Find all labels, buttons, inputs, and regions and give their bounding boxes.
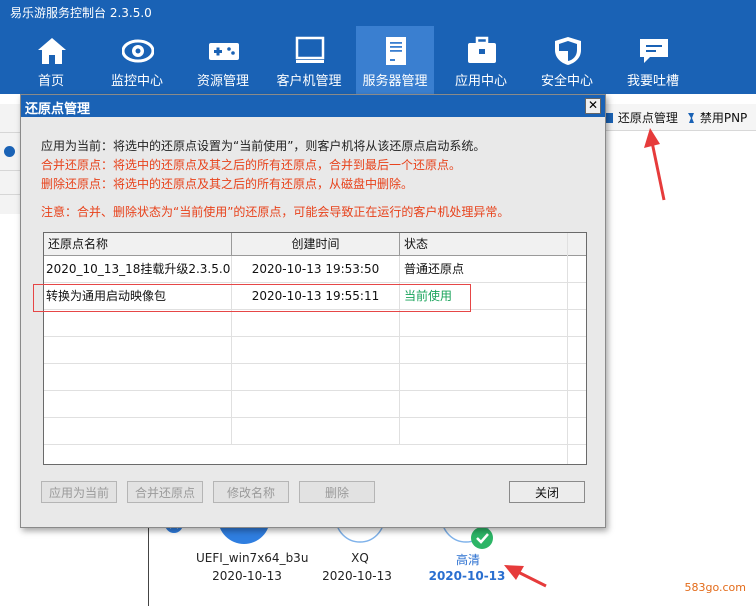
node-name-uefi: UEFI_win7x64_b3u [196, 551, 309, 565]
nav-home-label: 首页 [37, 74, 64, 89]
dialog-title: 还原点管理 [25, 102, 91, 117]
dialog-titlebar[interactable]: 还原点管理 ✕ [21, 95, 605, 117]
nav-resources[interactable]: 资源管理 [184, 26, 262, 94]
nav-monitor-label: 监控中心 [110, 74, 163, 89]
rename-button[interactable]: 修改名称 [213, 481, 289, 503]
disable-pnp-label: 禁用PNP [699, 111, 748, 125]
row-name: 2020_10_13_18挂载升级2.3.5.0 [44, 256, 232, 282]
apply-current-button[interactable]: 应用为当前 [41, 481, 117, 503]
node-date-xq: 2020-10-13 [322, 569, 392, 583]
node-circle-active[interactable] [218, 526, 270, 546]
main-nav: 首页 监控中心 资源管理 客户机管理 服务器管理 应用中心 安全中心 我要吐槽 [0, 26, 756, 94]
restore-point-table: 还原点名称 创建时间 状态 2020_10_13_18挂载升级2.3.5.0 2… [43, 232, 587, 465]
monitor-icon [295, 36, 325, 63]
nav-feedback[interactable]: 我要吐槽 [614, 26, 692, 94]
shield-icon [555, 37, 581, 65]
chevron-down-icon[interactable] [4, 146, 15, 157]
table-scrollbar[interactable] [567, 233, 586, 464]
top-navigation-bar: 易乐游服务控制台 2.3.5.0 首页 监控中心 资源管理 客户机管理 服务器管… [0, 0, 756, 94]
toolbox-icon [468, 36, 496, 63]
warning-note: 注意：合并、删除状态为“当前使用”的还原点，可能会导致正在运行的客户机处理异常。 [41, 205, 510, 219]
nav-home[interactable]: 首页 [12, 26, 90, 94]
row-status: 普通还原点 [400, 256, 568, 282]
nav-apps-label: 应用中心 [454, 74, 507, 89]
delete-button[interactable]: 删除 [299, 481, 375, 503]
watermark: 583go.com [684, 581, 746, 594]
app-title: 易乐游服务控制台 2.3.5.0 [10, 6, 152, 20]
column-header-status[interactable]: 状态 [400, 233, 568, 255]
node-date-hd: 2020-10-13 [428, 569, 506, 583]
annotation-arrow-top [644, 128, 666, 201]
column-header-name[interactable]: 还原点名称 [44, 233, 232, 255]
node-name-xq: XQ [351, 551, 369, 565]
table-row-empty [44, 364, 586, 391]
nav-apps[interactable]: 应用中心 [442, 26, 520, 94]
nav-clients[interactable]: 客户机管理 [270, 26, 348, 94]
node-circle-hd[interactable] [440, 526, 500, 552]
merge-button[interactable]: 合并还原点 [127, 481, 203, 503]
nav-clients-label: 客户机管理 [276, 74, 342, 89]
server-icon [386, 37, 406, 65]
eye-icon [122, 39, 154, 63]
table-row-empty [44, 310, 586, 337]
restore-point-dialog: 还原点管理 ✕ 应用为当前：将选中的还原点设置为“当前使用”，则客户机将从该还原… [20, 94, 606, 528]
home-icon [38, 38, 66, 64]
restore-points-button[interactable]: 还原点管理 [604, 109, 678, 126]
chat-icon [640, 39, 668, 63]
nav-monitor[interactable]: 监控中心 [98, 26, 176, 94]
nav-resources-label: 资源管理 [196, 74, 249, 89]
table-row[interactable]: 2020_10_13_18挂载升级2.3.5.0 2020-10-13 19:5… [44, 256, 586, 283]
column-header-time[interactable]: 创建时间 [232, 233, 400, 255]
table-row-empty [44, 391, 586, 418]
nav-servers-label: 服务器管理 [362, 74, 428, 89]
nav-feedback-label: 我要吐槽 [626, 74, 679, 89]
close-icon[interactable]: ✕ [585, 98, 601, 114]
selected-row-highlight [33, 284, 471, 312]
restore-points-label: 还原点管理 [617, 111, 678, 125]
background-toolbar: 还原点管理 禁用PNP [600, 104, 756, 131]
nav-security[interactable]: 安全中心 [528, 26, 606, 94]
annotation-arrow-bottom [504, 565, 547, 588]
row-time: 2020-10-13 19:53:50 [232, 256, 400, 282]
pnp-icon [688, 113, 694, 123]
disable-pnp-button[interactable]: 禁用PNP [686, 109, 747, 126]
nav-servers[interactable]: 服务器管理 [356, 26, 434, 94]
info-merge: 合并还原点：将选中的还原点及其之后的所有还原点，合并到最后一个还原点。 [41, 158, 462, 172]
node-circle-xq[interactable] [334, 526, 386, 546]
node-name-hd: 高清 [455, 553, 480, 567]
gamepad-icon [209, 43, 239, 60]
table-header: 还原点名称 创建时间 状态 [44, 233, 586, 256]
close-button[interactable]: 关闭 [509, 481, 585, 503]
table-row-empty [44, 337, 586, 364]
graph-connector [148, 518, 149, 606]
nav-security-label: 安全中心 [540, 74, 593, 89]
info-delete: 删除还原点：将选中的还原点及其之后的所有还原点，从磁盘中删除。 [41, 177, 414, 191]
info-apply: 应用为当前：将选中的还原点设置为“当前使用”，则客户机将从该还原点启动系统。 [41, 139, 486, 153]
table-row-empty [44, 418, 586, 445]
node-date-uefi: 2020-10-13 [212, 569, 282, 583]
